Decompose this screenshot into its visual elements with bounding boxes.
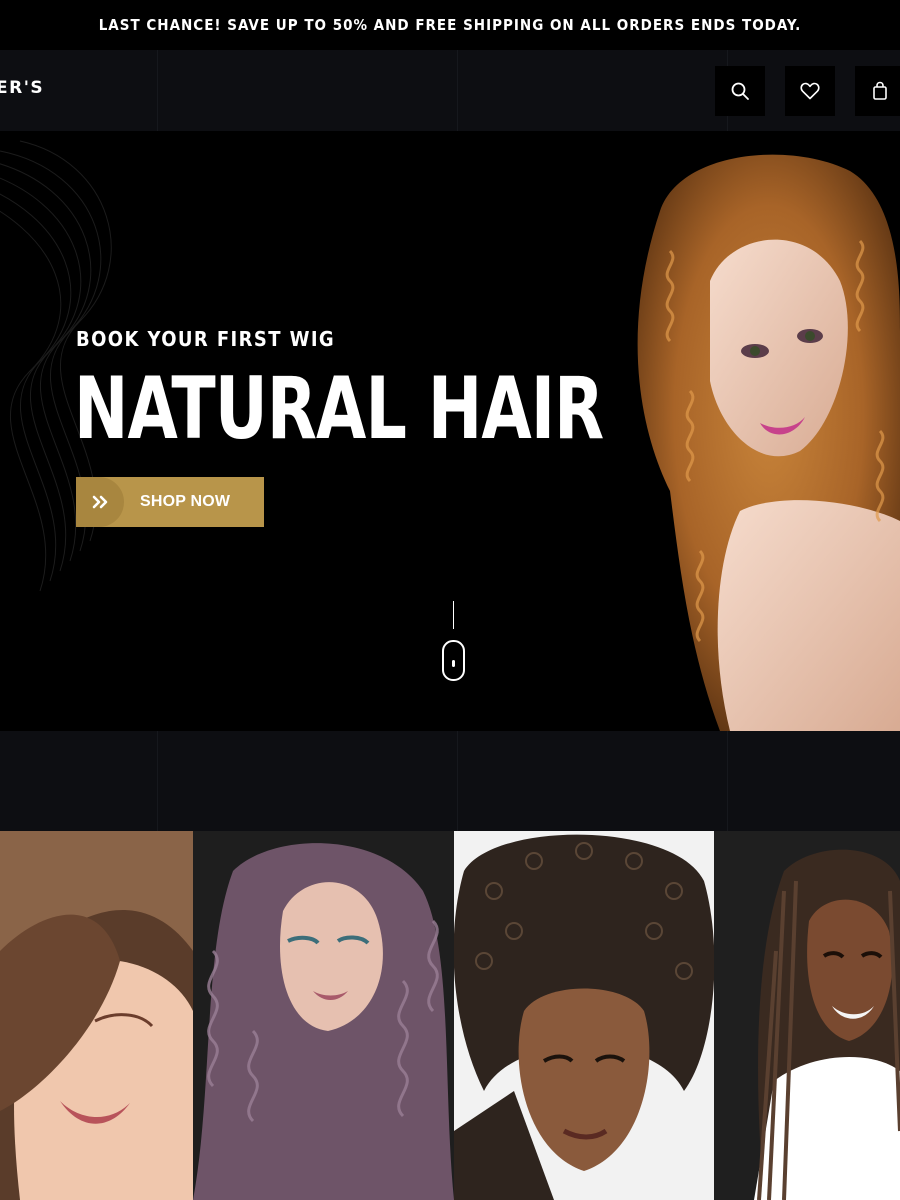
woman-purple-wavy-hair-photo — [193, 831, 454, 1200]
announcement-bar: LAST CHANCE! SAVE UP TO 50% AND FREE SHI… — [0, 0, 900, 50]
woman-curly-afro-hair-photo — [454, 831, 714, 1200]
mouse-wheel — [452, 660, 455, 667]
category-tile[interactable] — [454, 831, 714, 1200]
grid-divider — [727, 731, 728, 831]
site-header: ER'S — [0, 50, 900, 131]
grid-divider — [457, 50, 458, 131]
category-tiles — [0, 831, 900, 1200]
woman-braided-hair-photo — [714, 831, 900, 1200]
double-chevron-right-icon — [76, 477, 124, 527]
site-logo[interactable]: ER'S — [0, 78, 44, 98]
shop-now-button[interactable]: SHOP NOW — [76, 477, 264, 527]
heart-icon — [800, 82, 820, 100]
category-tile[interactable] — [0, 831, 193, 1200]
hero-model-image — [637, 154, 900, 731]
search-button[interactable] — [715, 66, 765, 116]
wishlist-button[interactable] — [785, 66, 835, 116]
hero-headline: NATURAL HAIR — [74, 359, 604, 459]
grid-divider — [457, 731, 458, 831]
scroll-indicator-line — [453, 601, 454, 629]
announcement-text: LAST CHANCE! SAVE UP TO 50% AND FREE SHI… — [98, 16, 802, 34]
grid-divider — [157, 731, 158, 831]
category-tile[interactable] — [714, 831, 900, 1200]
mouse-scroll-icon[interactable] — [442, 640, 465, 681]
section-spacer — [0, 731, 900, 831]
category-tile[interactable] — [193, 831, 454, 1200]
cart-button[interactable] — [855, 66, 900, 116]
hero-banner: BOOK YOUR FIRST WIG NATURAL HAIR SHOP NO… — [0, 131, 900, 731]
hero-kicker: BOOK YOUR FIRST WIG — [76, 327, 336, 351]
shop-now-label: SHOP NOW — [140, 493, 231, 510]
woman-brown-hair-photo — [0, 831, 193, 1200]
search-icon — [731, 82, 749, 100]
grid-divider — [157, 50, 158, 131]
shopping-bag-icon — [873, 81, 887, 100]
